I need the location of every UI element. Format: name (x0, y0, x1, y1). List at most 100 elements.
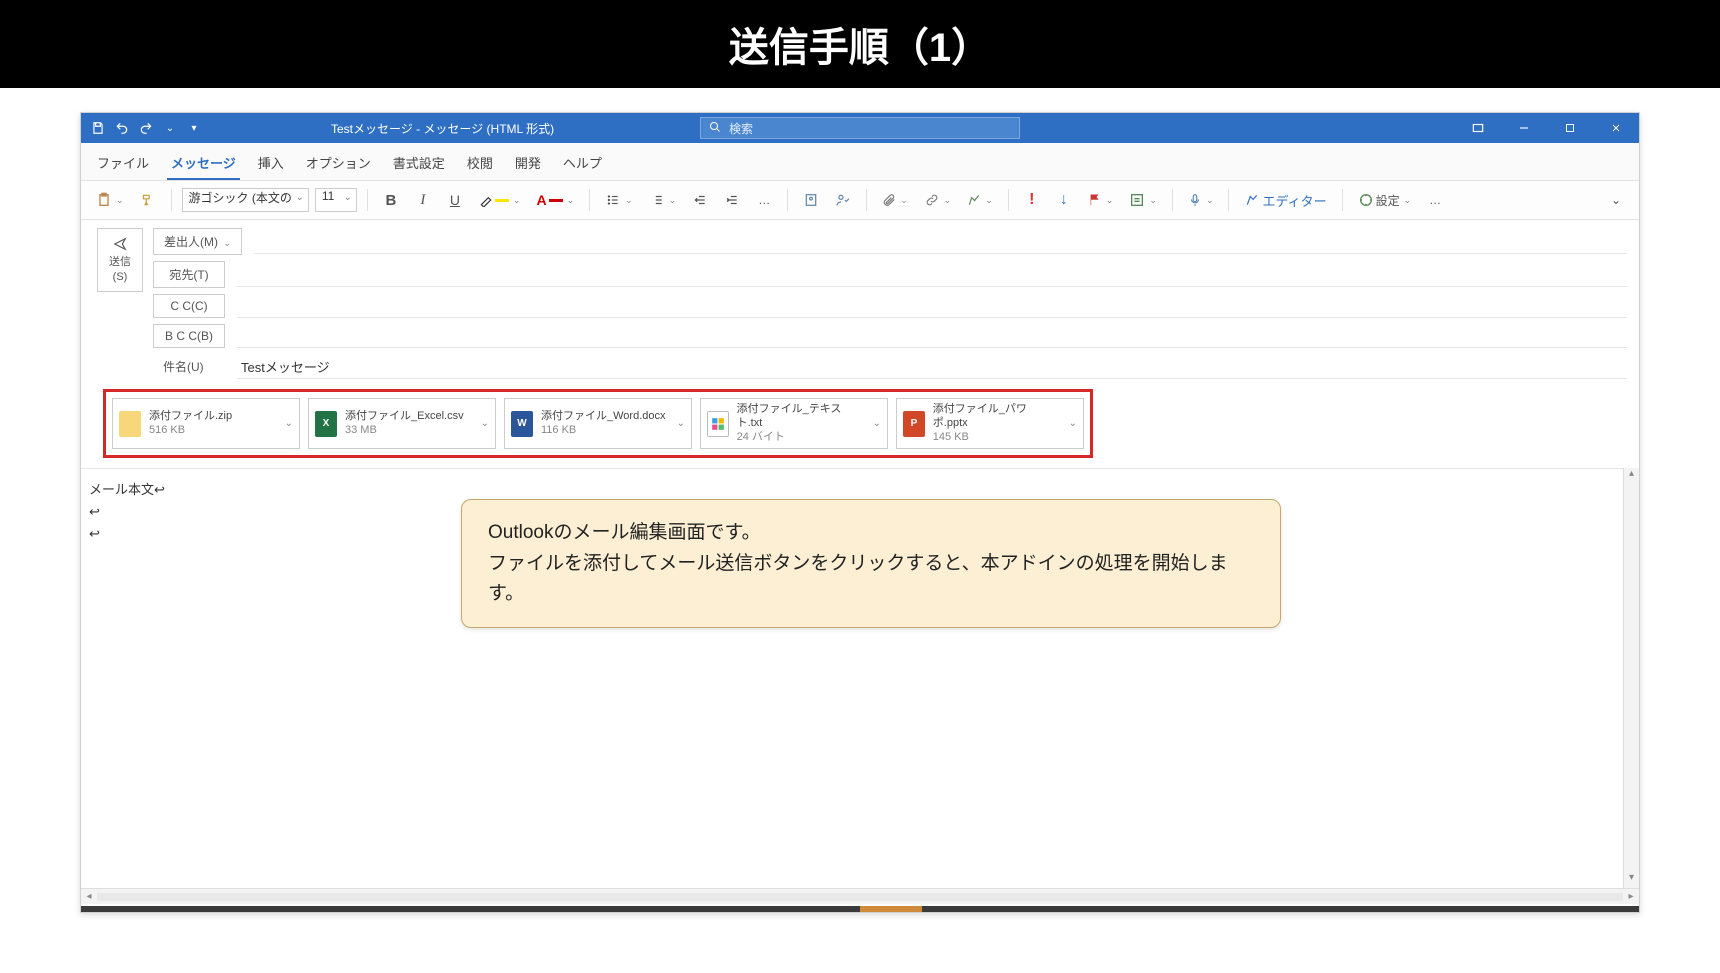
attachment-size: 24 バイト (737, 431, 865, 445)
search-icon (709, 121, 721, 136)
attach-file-button[interactable]: ⌄ (877, 187, 913, 213)
close-button[interactable] (1593, 113, 1639, 143)
attachment-item[interactable]: 添付ファイル.zip 516 KB ⌄ (112, 398, 300, 449)
format-painter-button[interactable] (135, 187, 161, 213)
scroll-left-icon[interactable]: ◂ (81, 891, 97, 902)
undo-icon[interactable] (115, 121, 129, 135)
editor-button[interactable]: エディター (1239, 187, 1331, 213)
ribbon-toolbar: ⌄ 游ゴシック (本文の 11 B I U ⌄ A⌄ ⌄ ⌄ (81, 181, 1639, 220)
qat-dropdown-icon[interactable]: ⌄ (163, 121, 177, 135)
bcc-input[interactable] (237, 324, 1627, 348)
attachment-item[interactable]: P 添付ファイル_パワポ.pptx 145 KB ⌄ (896, 398, 1084, 449)
bcc-button[interactable]: B C C(B) (153, 324, 225, 348)
search-placeholder: 検索 (729, 120, 753, 137)
tab-insert[interactable]: 挿入 (254, 149, 288, 180)
attachments-strip: 添付ファイル.zip 516 KB ⌄ X 添付ファイル_Excel.csv 3… (103, 389, 1093, 458)
redo-icon[interactable] (139, 121, 153, 135)
importance-low-button[interactable]: ↓ (1051, 187, 1077, 213)
link-button[interactable]: ⌄ (919, 187, 957, 213)
attachment-size: 516 KB (149, 424, 232, 438)
search-box[interactable]: 検索 (700, 117, 1020, 139)
ribbon-tabs: ファイル メッセージ 挿入 オプション 書式設定 校閲 開発 ヘルプ (81, 143, 1639, 181)
subject-input[interactable] (237, 355, 1627, 379)
horizontal-scrollbar[interactable]: ◂ ▸ (81, 888, 1639, 904)
assign-policy-button[interactable]: ⌄ (1124, 187, 1162, 213)
scroll-track[interactable] (97, 893, 1623, 901)
scroll-down-icon[interactable]: ▾ (1629, 872, 1634, 888)
ribbon-display-icon[interactable] (1455, 113, 1501, 143)
scroll-right-icon[interactable]: ▸ (1623, 891, 1639, 902)
font-color-button[interactable]: A⌄ (531, 187, 579, 213)
send-button[interactable]: 送信 (S) (97, 228, 143, 292)
attachment-size: 33 MB (345, 424, 464, 438)
followup-flag-button[interactable]: ⌄ (1083, 187, 1119, 213)
separator (1172, 189, 1173, 211)
slide-progress-bar (81, 906, 1639, 912)
address-book-button[interactable] (798, 187, 824, 213)
app-stage: ⌄ ▾ Testメッセージ - メッセージ (HTML 形式) 検索 (0, 88, 1720, 973)
from-input[interactable] (254, 230, 1627, 254)
attachment-item[interactable]: 添付ファイル_テキスト.txt 24 バイト ⌄ (700, 398, 888, 449)
to-input[interactable] (237, 263, 1627, 287)
italic-button[interactable]: I (410, 187, 436, 213)
signature-button[interactable]: ⌄ (962, 187, 998, 213)
tab-file[interactable]: ファイル (93, 149, 153, 180)
bold-button[interactable]: B (378, 187, 404, 213)
save-icon[interactable] (91, 121, 105, 135)
window-controls (1455, 113, 1639, 143)
increase-indent-button[interactable] (719, 187, 745, 213)
attachment-name: 添付ファイル_パワポ.pptx (933, 403, 1061, 431)
attachment-name: 添付ファイル.zip (149, 410, 232, 424)
chevron-down-icon[interactable]: ⌄ (1069, 418, 1077, 429)
callout-line: Outlookのメール編集画面です。 (488, 518, 1254, 548)
font-size-select[interactable]: 11 (315, 188, 357, 212)
tab-review[interactable]: 校閲 (463, 149, 497, 180)
message-body[interactable]: メール本文↩ ↩ ↩ Outlookのメール編集画面です。 ファイルを添付してメ… (81, 468, 1639, 888)
attachment-name: 添付ファイル_Word.docx (541, 410, 666, 424)
scroll-up-icon[interactable]: ▴ (1629, 468, 1634, 484)
minimize-button[interactable] (1501, 113, 1547, 143)
send-label: 送信 (109, 253, 131, 269)
tab-options[interactable]: オプション (302, 149, 375, 180)
subject-row: 件名(U) (153, 354, 1627, 379)
numbering-button[interactable]: ⌄ (644, 187, 682, 213)
zip-icon (119, 411, 141, 437)
maximize-button[interactable] (1547, 113, 1593, 143)
paste-button[interactable]: ⌄ (91, 187, 129, 213)
check-names-button[interactable] (830, 187, 856, 213)
separator (1008, 189, 1009, 211)
attachment-item[interactable]: W 添付ファイル_Word.docx 116 KB ⌄ (504, 398, 692, 449)
cc-input[interactable] (237, 294, 1627, 318)
separator (171, 189, 172, 211)
vertical-scrollbar[interactable]: ▴ ▾ (1623, 468, 1639, 888)
font-name-select[interactable]: 游ゴシック (本文の (182, 188, 309, 212)
bullets-button[interactable]: ⌄ (600, 187, 638, 213)
cc-button[interactable]: C C(C) (153, 294, 225, 318)
tab-format[interactable]: 書式設定 (389, 149, 449, 180)
body-line: メール本文↩ (89, 479, 1631, 498)
dictate-button[interactable]: ⌄ (1183, 187, 1219, 213)
tab-help[interactable]: ヘルプ (559, 149, 606, 180)
tab-develop[interactable]: 開発 (511, 149, 545, 180)
to-button[interactable]: 宛先(T) (153, 261, 225, 288)
chevron-down-icon[interactable]: ⌄ (873, 418, 881, 429)
cc-row: C C(C) (153, 294, 1627, 318)
outlook-window: ⌄ ▾ Testメッセージ - メッセージ (HTML 形式) 検索 (80, 112, 1640, 913)
collapse-ribbon-icon[interactable]: ⌄ (1603, 187, 1629, 213)
chevron-down-icon[interactable]: ⌄ (677, 418, 685, 429)
qat-customize-icon[interactable]: ▾ (187, 121, 201, 135)
attachment-item[interactable]: X 添付ファイル_Excel.csv 33 MB ⌄ (308, 398, 496, 449)
importance-high-button[interactable]: ! (1019, 187, 1045, 213)
from-button[interactable]: 差出人(M) ⌄ (153, 228, 242, 255)
decrease-indent-button[interactable] (687, 187, 713, 213)
chevron-down-icon[interactable]: ⌄ (285, 418, 293, 429)
text-icon (707, 411, 729, 437)
more-paragraph-button[interactable]: … (751, 187, 777, 213)
underline-button[interactable]: U (442, 187, 468, 213)
tab-message[interactable]: メッセージ (167, 149, 240, 180)
chevron-down-icon[interactable]: ⌄ (481, 418, 489, 429)
highlight-button[interactable]: ⌄ (474, 187, 526, 213)
settings-button[interactable]: 設定⌄ (1353, 187, 1417, 213)
explanation-callout: Outlookのメール編集画面です。 ファイルを添付してメール送信ボタンをクリッ… (461, 499, 1281, 628)
overflow-button[interactable]: … (1422, 187, 1448, 213)
